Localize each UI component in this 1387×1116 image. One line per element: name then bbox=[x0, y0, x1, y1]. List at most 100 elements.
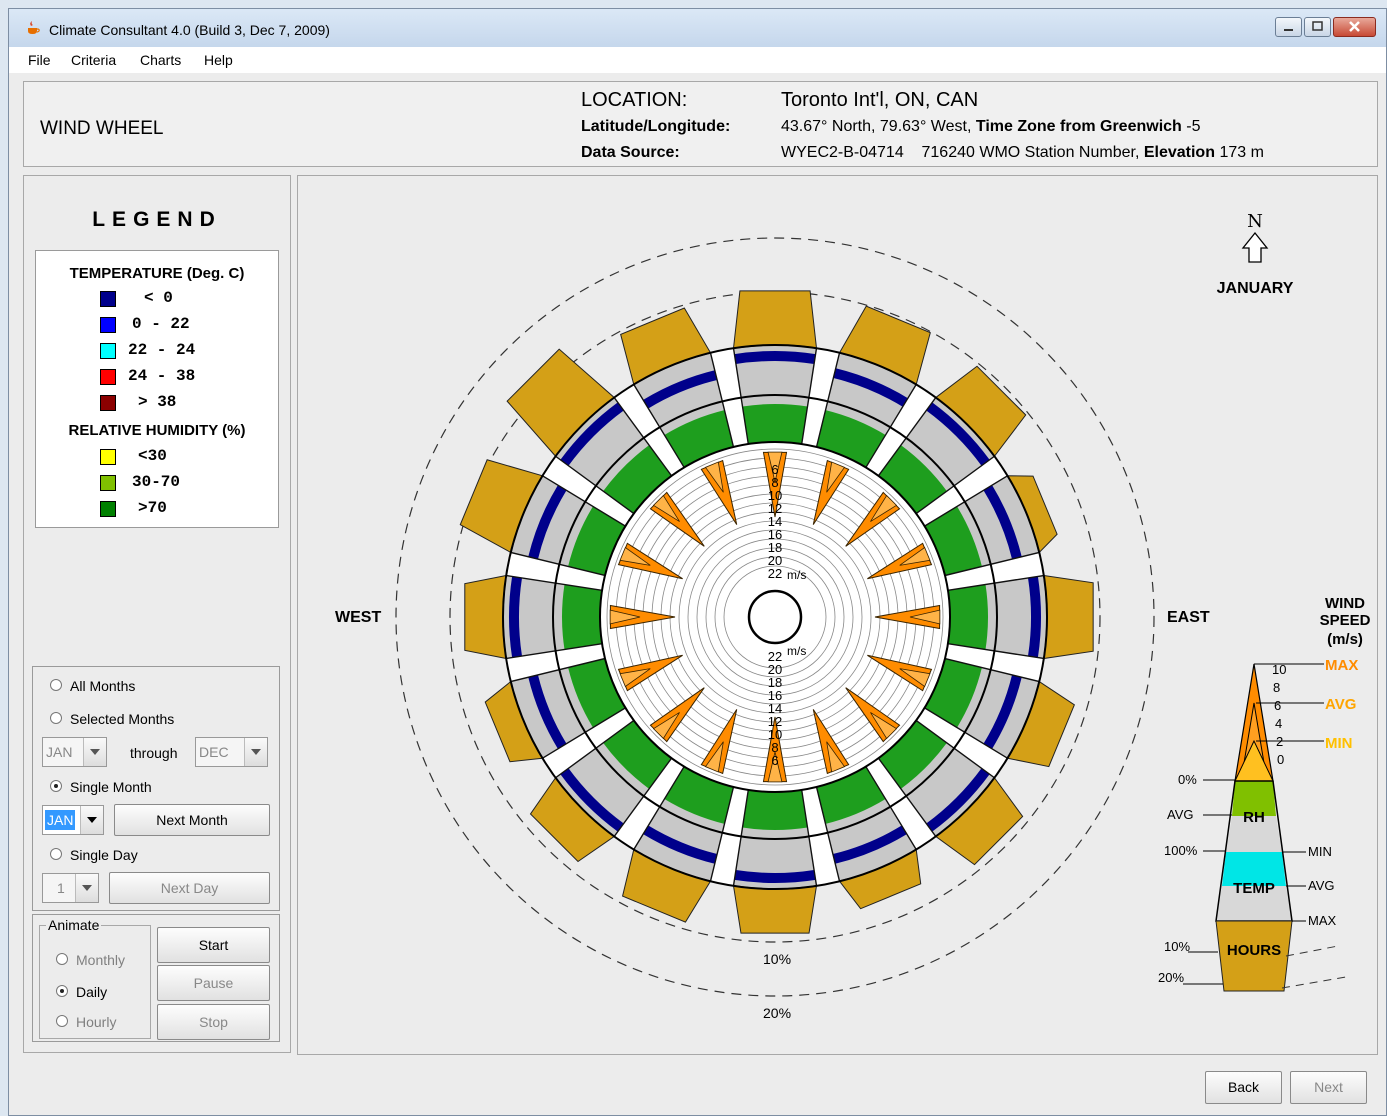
hours-10pct-label: 10% bbox=[763, 951, 791, 967]
speed-ring-label-bottom: 8 bbox=[771, 740, 778, 755]
key-rh-label: RH bbox=[1243, 809, 1265, 826]
hourly-radio[interactable] bbox=[56, 1015, 68, 1027]
speed-ring-label-bottom: 14 bbox=[768, 701, 782, 716]
app-window: Climate Consultant 4.0 (Build 3, Dec 7, … bbox=[8, 8, 1387, 1116]
location-label: LOCATION: bbox=[581, 89, 688, 111]
next-month-button[interactable]: Next Month bbox=[114, 804, 270, 836]
single-day-label[interactable]: Single Day bbox=[70, 847, 138, 863]
speed-ring-label-bottom: 22 bbox=[768, 649, 782, 664]
menu-charts[interactable]: Charts bbox=[140, 52, 181, 68]
monthly-radio[interactable] bbox=[56, 953, 68, 965]
next-day-button[interactable]: Next Day bbox=[109, 872, 270, 904]
rh-band bbox=[742, 789, 808, 830]
temp-label-5: > 38 bbox=[138, 393, 177, 411]
from-month-value: JAN bbox=[46, 744, 73, 760]
single-day-radio[interactable] bbox=[50, 848, 62, 860]
close-button[interactable] bbox=[1333, 17, 1376, 37]
month-select[interactable]: JAN bbox=[42, 805, 104, 835]
pause-button[interactable]: Pause bbox=[157, 965, 270, 1001]
hours-wedge bbox=[1043, 574, 1094, 660]
timezone-value: -5 bbox=[1186, 118, 1201, 135]
selected-months-radio[interactable] bbox=[50, 712, 62, 724]
key-avg-label: AVG bbox=[1325, 696, 1356, 713]
key-tmin-label: MIN bbox=[1308, 844, 1332, 859]
to-month-value: DEC bbox=[199, 744, 229, 760]
temp-label-3: 22 - 24 bbox=[128, 341, 196, 359]
speed-unit-bottom: m/s bbox=[787, 644, 806, 658]
key-speed-tick bbox=[1257, 670, 1272, 676]
temp-swatch-5 bbox=[100, 395, 116, 411]
key-rh-0-label: 0% bbox=[1178, 772, 1197, 787]
key-title-2: SPEED bbox=[1320, 612, 1371, 629]
month-value: JAN bbox=[45, 810, 76, 830]
chart-title: WIND WHEEL bbox=[40, 118, 164, 139]
rh-swatch-1 bbox=[100, 449, 116, 465]
to-month-select[interactable]: DEC bbox=[195, 737, 268, 767]
key-hours-20-label: 20% bbox=[1158, 970, 1184, 985]
menu-file[interactable]: File bbox=[28, 52, 51, 68]
rh-label-2: 30-70 bbox=[132, 473, 181, 491]
speed-ring-label-bottom: 6 bbox=[771, 753, 778, 768]
day-select[interactable]: 1 bbox=[42, 873, 99, 903]
day-value: 1 bbox=[57, 880, 65, 896]
key-speed-tick bbox=[1258, 688, 1273, 694]
latlon-value: 43.67° North, 79.63° West, bbox=[781, 118, 972, 135]
rh-band bbox=[562, 584, 603, 650]
rh-swatch-2 bbox=[100, 475, 116, 491]
maximize-button[interactable] bbox=[1304, 17, 1331, 37]
stop-button[interactable]: Stop bbox=[157, 1004, 270, 1040]
rh-label-3: >70 bbox=[138, 499, 167, 517]
hourly-label[interactable]: Hourly bbox=[76, 1014, 116, 1030]
menu-help[interactable]: Help bbox=[204, 52, 233, 68]
selected-months-label[interactable]: Selected Months bbox=[70, 711, 174, 727]
speed-ring-label-bottom: 20 bbox=[768, 662, 782, 677]
source-line: WYEC2-B-04714 716240 WMO Station Number,… bbox=[781, 144, 1264, 162]
rh-band bbox=[742, 404, 808, 445]
single-month-label[interactable]: Single Month bbox=[70, 779, 152, 795]
daily-label[interactable]: Daily bbox=[76, 984, 107, 1000]
temp-swatch-2 bbox=[100, 317, 116, 333]
north-letter: N bbox=[1247, 211, 1263, 232]
all-months-label[interactable]: All Months bbox=[70, 678, 135, 694]
north-arrow-icon bbox=[1241, 231, 1269, 263]
timezone-label: Time Zone from Greenwich bbox=[975, 118, 1182, 135]
temp-label-1: < 0 bbox=[144, 289, 173, 307]
title-bar: Climate Consultant 4.0 (Build 3, Dec 7, … bbox=[9, 9, 1386, 47]
animate-legend: Animate bbox=[46, 917, 102, 933]
speed-ring-label-bottom: 18 bbox=[768, 675, 782, 690]
chevron-down-icon bbox=[83, 738, 106, 766]
chevron-down-icon bbox=[244, 738, 267, 766]
minimize-button[interactable] bbox=[1275, 17, 1302, 37]
back-button[interactable]: Back bbox=[1205, 1071, 1282, 1104]
calm-circle bbox=[747, 589, 803, 645]
key-min-label: MIN bbox=[1325, 735, 1353, 752]
speed-ring-label-bottom: 10 bbox=[768, 727, 782, 742]
start-button[interactable]: Start bbox=[157, 927, 270, 963]
speed-ring-label-top: 22 bbox=[768, 566, 782, 581]
elevation-value: 173 m bbox=[1219, 144, 1264, 161]
temperature-heading: TEMPERATURE (Deg. C) bbox=[69, 265, 245, 282]
temp-swatch-1 bbox=[100, 291, 116, 307]
daily-radio[interactable] bbox=[56, 985, 68, 997]
legend-heading: LEGEND bbox=[92, 208, 222, 231]
temp-swatch-3 bbox=[100, 343, 116, 359]
from-month-select[interactable]: JAN bbox=[42, 737, 107, 767]
location-value: Toronto Int'l, ON, CAN bbox=[781, 89, 979, 111]
single-month-radio[interactable] bbox=[50, 780, 62, 792]
key-speed-tick-label: 0 bbox=[1277, 752, 1284, 767]
next-button[interactable]: Next bbox=[1290, 1071, 1367, 1104]
west-label: WEST bbox=[335, 609, 381, 626]
east-label: EAST bbox=[1167, 609, 1210, 626]
hours-wedge bbox=[732, 885, 818, 934]
menu-criteria[interactable]: Criteria bbox=[71, 52, 116, 68]
key-hours-label: HOURS bbox=[1227, 942, 1281, 959]
latlon-line: 43.67° North, 79.63° West, Time Zone fro… bbox=[781, 118, 1201, 136]
all-months-radio[interactable] bbox=[50, 679, 62, 691]
legend-panel: LEGEND TEMPERATURE (Deg. C) < 0 0 - 22 2… bbox=[23, 175, 291, 1053]
legend-box: TEMPERATURE (Deg. C) < 0 0 - 22 22 - 24 … bbox=[35, 250, 279, 528]
key-tavg-label: AVG bbox=[1308, 878, 1335, 893]
key-rh-avg-label: AVG bbox=[1167, 807, 1194, 822]
key-hours-10-label: 10% bbox=[1164, 939, 1190, 954]
chevron-down-icon bbox=[75, 874, 98, 902]
monthly-label[interactable]: Monthly bbox=[76, 952, 125, 968]
